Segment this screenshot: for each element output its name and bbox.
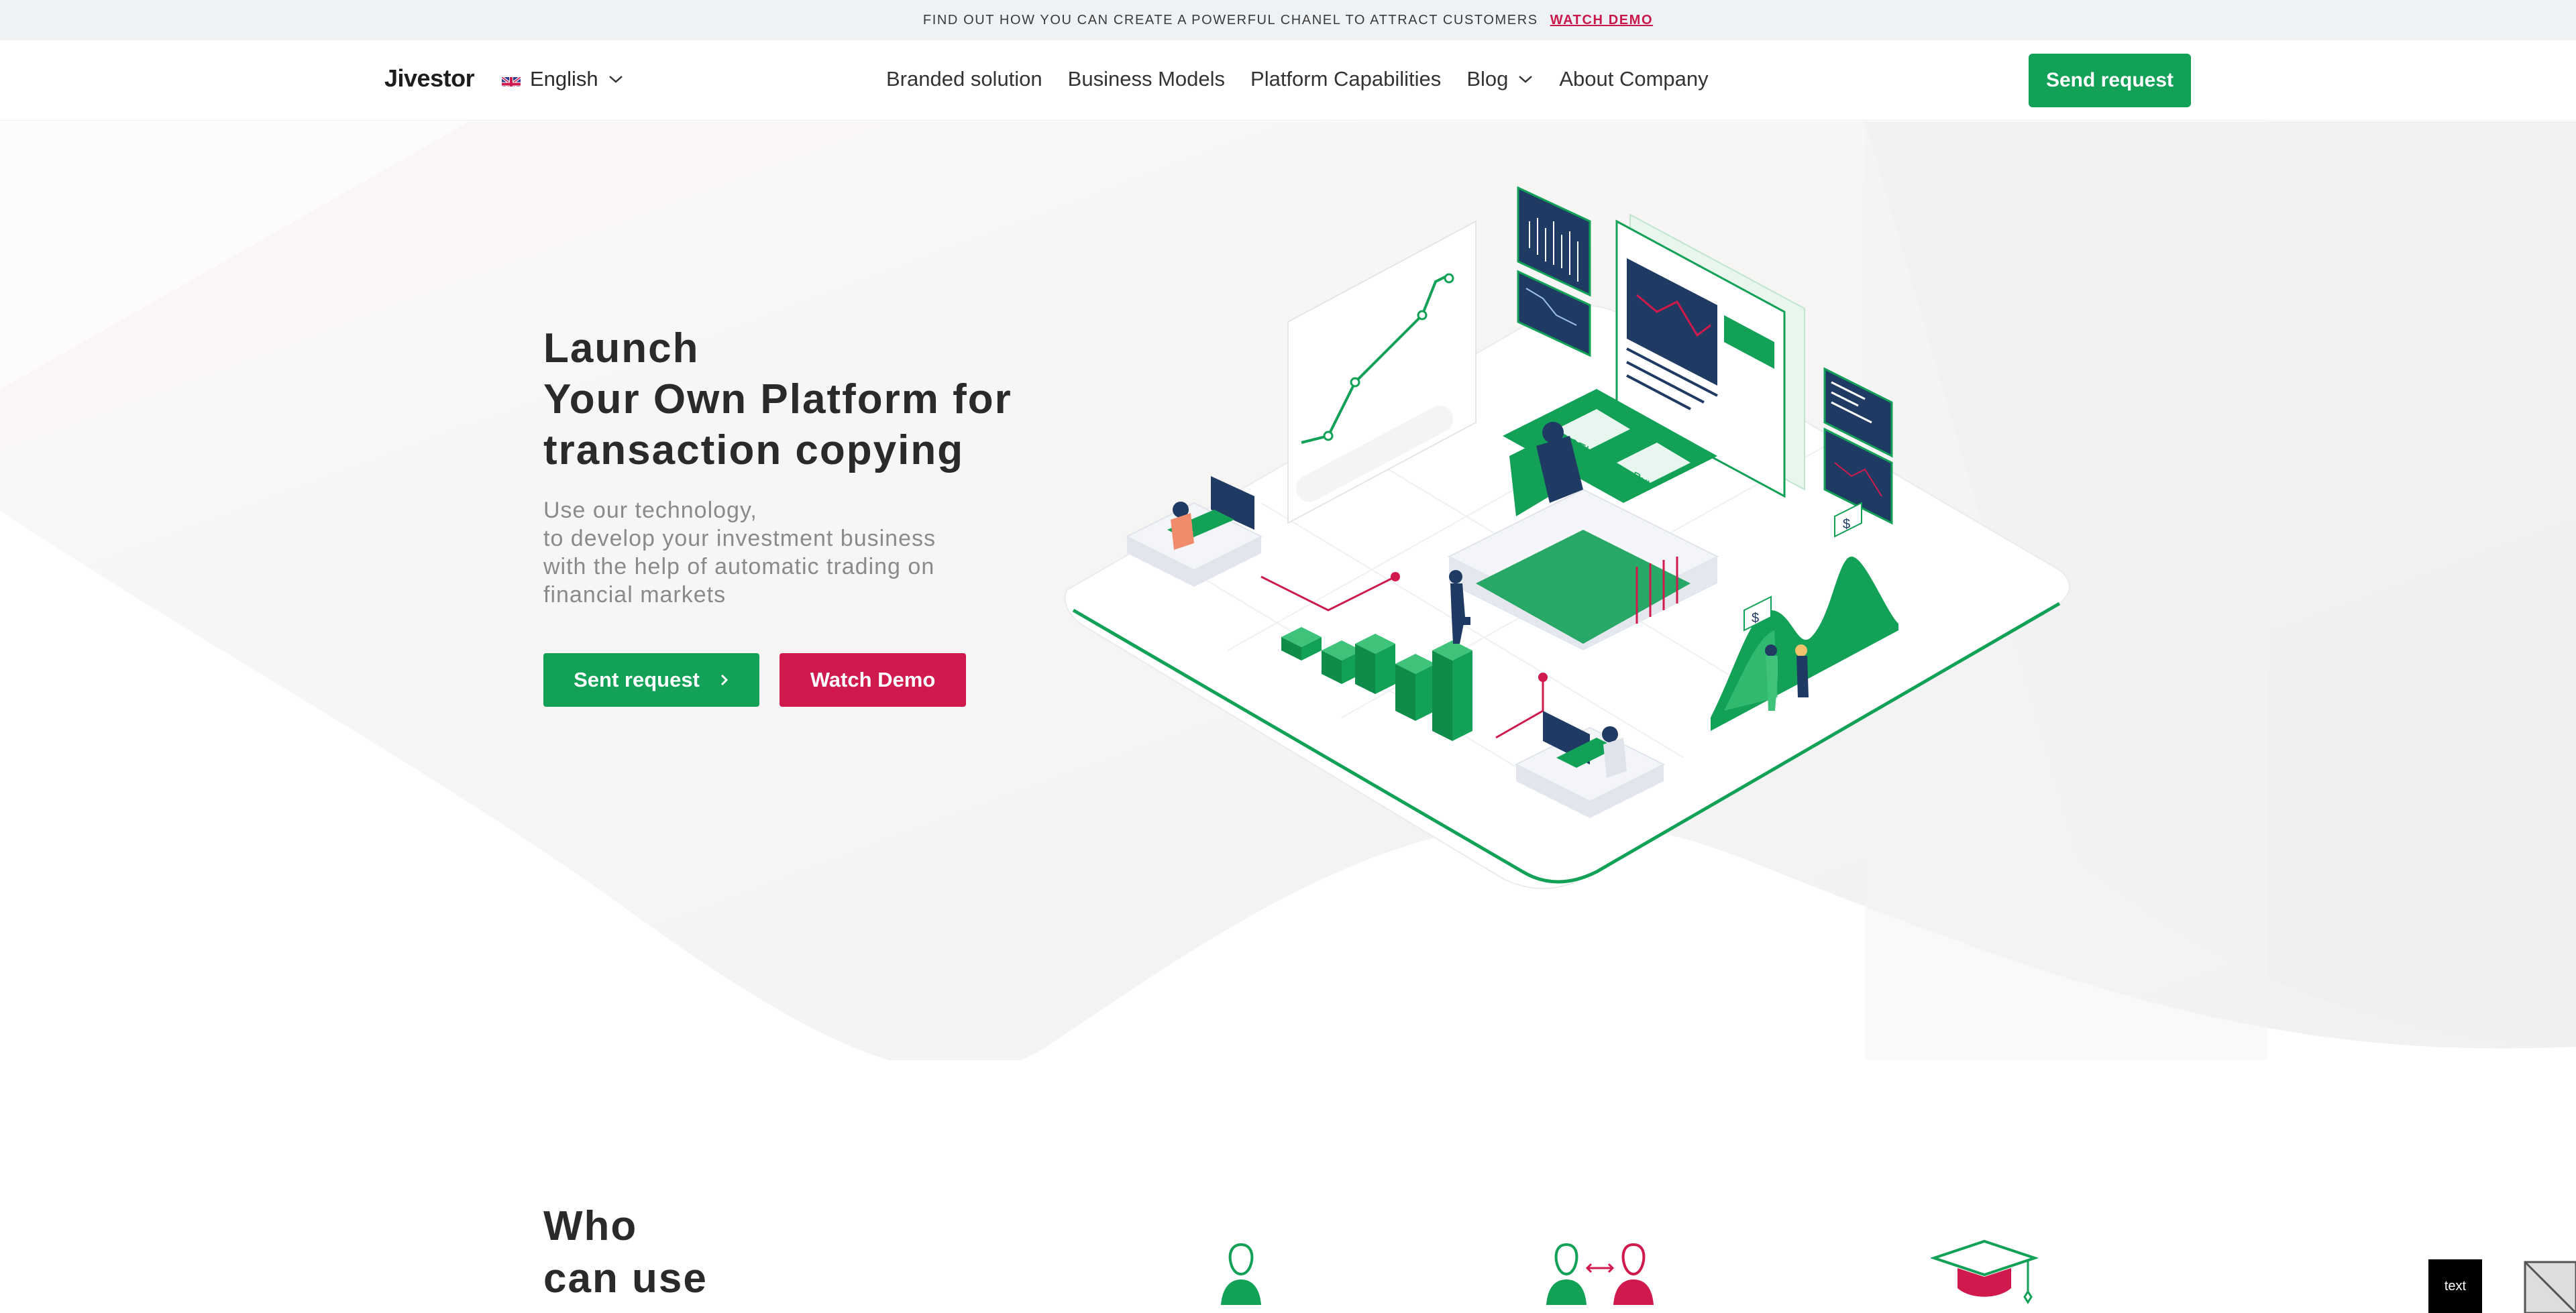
hero-subtitle-line: with the help of automatic trading on bbox=[543, 554, 935, 579]
chevron-right-icon bbox=[720, 674, 729, 686]
hero-title-line: transaction copying bbox=[543, 427, 965, 473]
graduation-cap-icon bbox=[1931, 1239, 2038, 1304]
nav-branded-solution[interactable]: Branded solution bbox=[886, 67, 1042, 91]
hero-subtitle-line: Use our technology, bbox=[543, 498, 757, 523]
chevron-down-icon bbox=[1519, 76, 1533, 83]
corner-widget[interactable] bbox=[2522, 1259, 2576, 1313]
exchange-people-icon bbox=[1546, 1243, 1654, 1305]
language-selector[interactable]: English bbox=[502, 67, 624, 91]
hero-title: Launch Your Own Platform for transaction… bbox=[543, 323, 1012, 476]
announcement-text: FIND OUT HOW YOU CAN CREATE A POWERFUL C… bbox=[922, 12, 1538, 27]
hero-title-line: Launch bbox=[543, 325, 700, 372]
dollar-sign: $ bbox=[1752, 611, 1759, 626]
platform-illustration: SELL Buy $ $ bbox=[1064, 186, 2070, 889]
person-icon bbox=[1221, 1243, 1261, 1305]
chevron-down-icon bbox=[608, 76, 623, 83]
hero-subtitle-line: financial markets bbox=[543, 582, 727, 608]
announcement-bar: FIND OUT HOW YOU CAN CREATE A POWERFUL C… bbox=[0, 0, 2576, 40]
main-nav: Branded solution Business Models Platfor… bbox=[886, 67, 1709, 91]
logo-text: Jivestor bbox=[384, 64, 475, 92]
watch-demo-button[interactable]: Watch Demo bbox=[780, 653, 966, 707]
nav-about-company[interactable]: About Company bbox=[1559, 67, 1708, 91]
text-widget[interactable]: text bbox=[2428, 1259, 2482, 1313]
site-header: Jivestor English Branded solution Busine… bbox=[0, 40, 2576, 121]
nav-blog[interactable]: Blog bbox=[1466, 67, 1534, 91]
hero-subtitle: Use our technology, to develop your inve… bbox=[543, 496, 1026, 609]
language-label: English bbox=[530, 67, 598, 91]
who-title-line: Who bbox=[543, 1203, 638, 1249]
watch-demo-link[interactable]: WATCH DEMO bbox=[1550, 13, 1653, 28]
sent-request-label: Sent request bbox=[574, 668, 700, 691]
hero-title-line: Your Own Platform for bbox=[543, 376, 1012, 422]
who-title-line: can use bbox=[543, 1255, 708, 1302]
logo[interactable]: Jivestor bbox=[384, 64, 475, 93]
nav-blog-label: Blog bbox=[1466, 67, 1509, 91]
send-request-button[interactable]: Send request bbox=[2029, 54, 2191, 107]
hero-subtitle-line: to develop your investment business bbox=[543, 526, 936, 551]
sent-request-button[interactable]: Sent request bbox=[543, 653, 759, 707]
nav-business-models[interactable]: Business Models bbox=[1068, 67, 1225, 91]
dollar-sign: $ bbox=[1843, 517, 1850, 532]
uk-flag-icon bbox=[502, 72, 521, 87]
nav-platform-capabilities[interactable]: Platform Capabilities bbox=[1250, 67, 1441, 91]
who-can-use-title: Who can use bbox=[543, 1200, 708, 1305]
